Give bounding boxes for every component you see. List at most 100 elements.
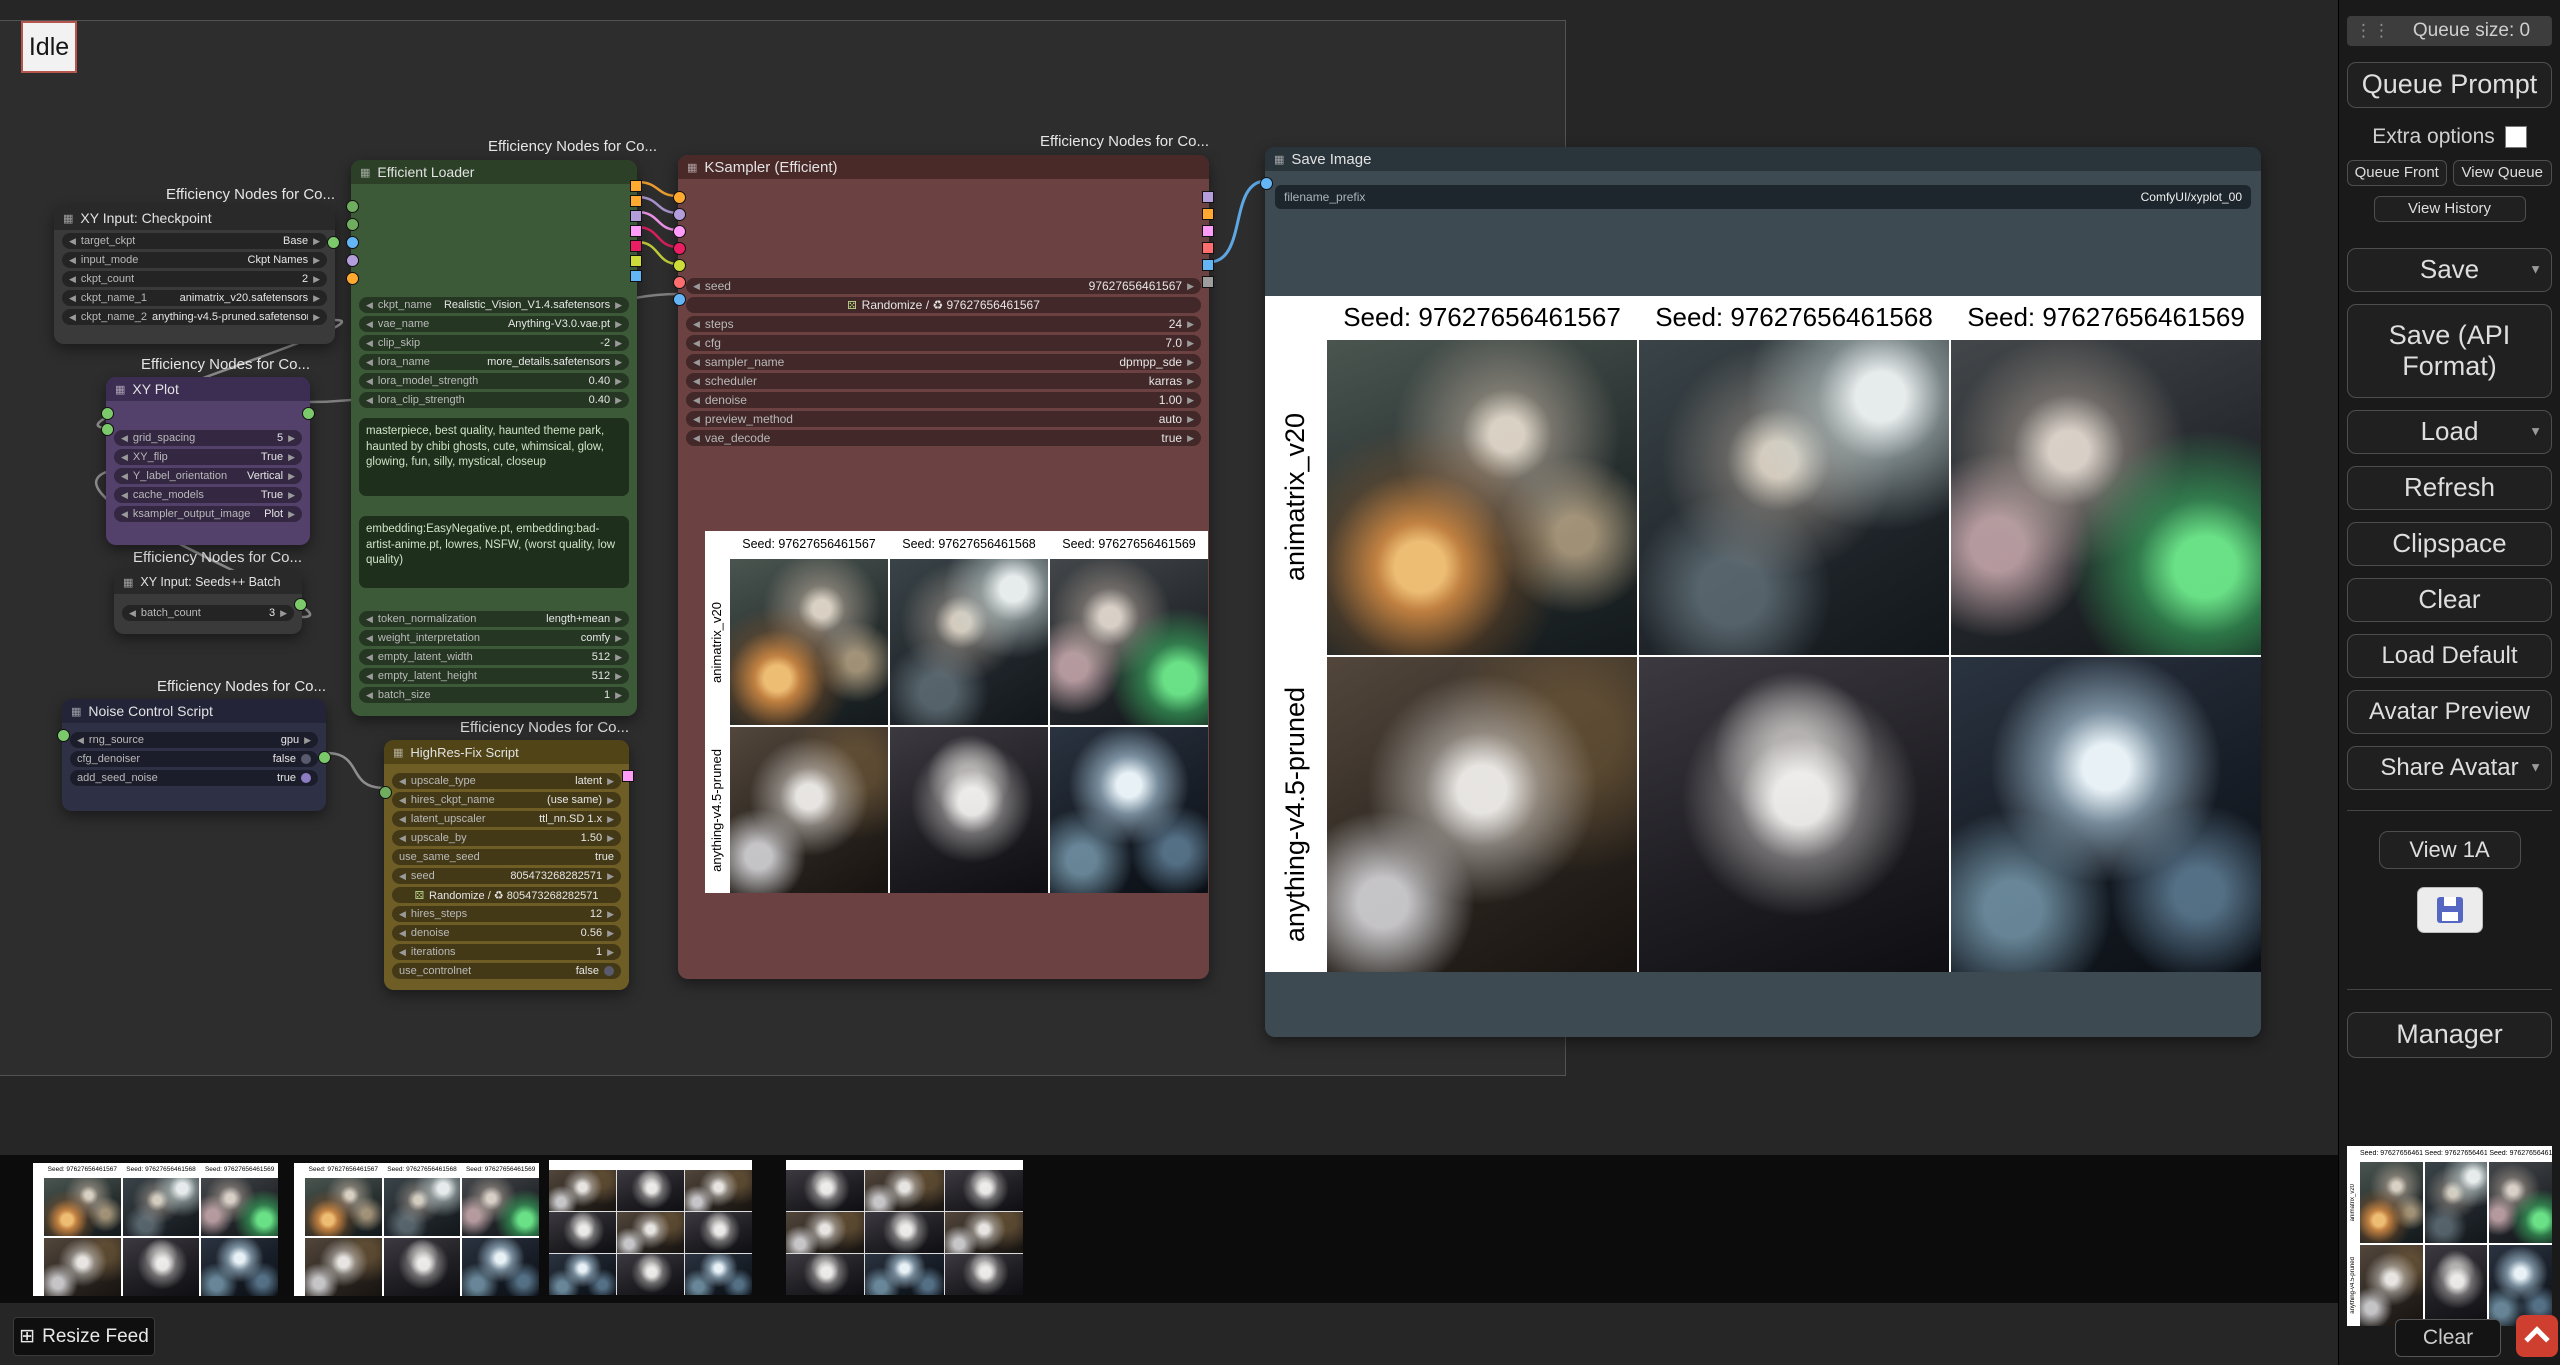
generated-image[interactable] xyxy=(1050,559,1208,725)
node-save-image[interactable]: ▦Save Image filename_prefix ComfyUI/xypl… xyxy=(1265,147,2261,1037)
clipspace-button[interactable]: Clipspace xyxy=(2347,522,2552,566)
w-grid-spacing[interactable]: ◀grid_spacing5▶ xyxy=(114,430,302,446)
refresh-button[interactable]: Refresh xyxy=(2347,466,2552,510)
w-use-controlnet[interactable]: use_controlnetfalse xyxy=(392,963,621,979)
left-arrow-icon[interactable]: ◀ xyxy=(366,395,373,406)
feed-thumbnail-1[interactable]: Seed: 97627656461567 Seed: 9762765646156… xyxy=(33,1163,278,1296)
extra-options-row[interactable]: Extra options xyxy=(2347,124,2552,150)
node-efficient-loader[interactable]: ▦Efficient Loader ◀ckpt_nameRealistic_Vi… xyxy=(351,160,637,716)
right-arrow-icon[interactable]: ▶ xyxy=(1187,376,1194,387)
right-arrow-icon[interactable]: ▶ xyxy=(607,928,614,939)
load-button[interactable]: Load▼ xyxy=(2347,410,2552,454)
input-socket[interactable] xyxy=(101,423,114,436)
right-arrow-icon[interactable]: ▶ xyxy=(313,293,320,304)
left-arrow-icon[interactable]: ◀ xyxy=(69,236,76,247)
right-arrow-icon[interactable]: ▶ xyxy=(615,652,622,663)
w-filename-prefix[interactable]: filename_prefix ComfyUI/xyplot_00 xyxy=(1275,185,2251,209)
w-cfg-denoiser[interactable]: cfg_denoiserfalse xyxy=(70,751,318,767)
w-sampler-name[interactable]: ◀sampler_namedpmpp_sde▶ xyxy=(686,354,1201,370)
generated-image[interactable] xyxy=(890,727,1048,893)
scroll-top-button[interactable] xyxy=(2516,1315,2558,1357)
collapse-icon[interactable]: ▦ xyxy=(360,166,370,179)
right-arrow-icon[interactable]: ▶ xyxy=(313,312,320,323)
view-history-button[interactable]: View History xyxy=(2374,196,2526,222)
left-arrow-icon[interactable]: ◀ xyxy=(69,293,76,304)
w-batch-count[interactable]: ◀batch_count3▶ xyxy=(122,605,294,621)
load-default-button[interactable]: Load Default xyxy=(2347,634,2552,678)
w-seed[interactable]: ◀seed97627656461567▶ xyxy=(686,278,1201,294)
right-arrow-icon[interactable]: ▶ xyxy=(1187,338,1194,349)
w-clip-skip[interactable]: ◀clip_skip-2▶ xyxy=(359,335,629,351)
queue-size-bar[interactable]: ⋮⋮ Queue size: 0 xyxy=(2347,16,2552,46)
left-arrow-icon[interactable]: ◀ xyxy=(693,338,700,349)
save-button[interactable]: Save▼ xyxy=(2347,248,2552,292)
negative-prompt-textarea[interactable]: embedding:EasyNegative.pt, embedding:bad… xyxy=(359,516,629,588)
sidebar-preview-thumbnail[interactable]: Seed: 97627656461567 Seed: 9762765646156… xyxy=(2347,1146,2552,1326)
left-arrow-icon[interactable]: ◀ xyxy=(121,490,128,501)
chevron-down-icon[interactable]: ▼ xyxy=(2529,263,2542,278)
right-arrow-icon[interactable]: ▶ xyxy=(615,300,622,311)
w-ckpt-name-2[interactable]: ◀ckpt_name_2anything-v4.5-pruned.safeten… xyxy=(62,309,327,325)
w-cfg[interactable]: ◀cfg7.0▶ xyxy=(686,335,1201,351)
input-socket[interactable] xyxy=(57,729,70,742)
right-arrow-icon[interactable]: ▶ xyxy=(607,833,614,844)
right-arrow-icon[interactable]: ▶ xyxy=(288,509,295,520)
right-arrow-icon[interactable]: ▶ xyxy=(607,909,614,920)
right-arrow-icon[interactable]: ▶ xyxy=(607,947,614,958)
left-arrow-icon[interactable]: ◀ xyxy=(399,833,406,844)
w-ksampler-output-image[interactable]: ◀ksampler_output_imagePlot▶ xyxy=(114,506,302,522)
left-arrow-icon[interactable]: ◀ xyxy=(693,433,700,444)
generated-image[interactable] xyxy=(1327,657,1637,972)
w-vae-decode[interactable]: ◀vae_decodetrue▶ xyxy=(686,430,1201,446)
w-ckpt-name[interactable]: ◀ckpt_nameRealistic_Vision_V1.4.safetens… xyxy=(359,297,629,313)
drag-handle-icon[interactable]: ⋮⋮ xyxy=(2355,21,2391,41)
w-input-mode[interactable]: ◀input_modeCkpt Names▶ xyxy=(62,252,327,268)
w-add-seed-noise[interactable]: add_seed_noisetrue xyxy=(70,770,318,786)
output-socket[interactable] xyxy=(630,240,642,252)
toggle-pip[interactable] xyxy=(301,773,311,783)
input-socket[interactable] xyxy=(673,225,686,238)
right-arrow-icon[interactable]: ▶ xyxy=(313,274,320,285)
w-vae-name[interactable]: ◀vae_nameAnything-V3.0.vae.pt▶ xyxy=(359,316,629,332)
w-xy-flip[interactable]: ◀XY_flipTrue▶ xyxy=(114,449,302,465)
right-arrow-icon[interactable]: ▶ xyxy=(313,255,320,266)
w-token-normalization[interactable]: ◀token_normalizationlength+mean▶ xyxy=(359,611,629,627)
left-arrow-icon[interactable]: ◀ xyxy=(399,909,406,920)
input-socket[interactable] xyxy=(673,191,686,204)
w-hires-denoise[interactable]: ◀denoise0.56▶ xyxy=(392,925,621,941)
output-socket[interactable] xyxy=(630,270,642,282)
w-weight-interpretation[interactable]: ◀weight_interpretationcomfy▶ xyxy=(359,630,629,646)
node-title-bar[interactable]: ▦Efficient Loader xyxy=(351,160,637,184)
node-title-bar[interactable]: ▦Noise Control Script xyxy=(62,699,326,723)
right-arrow-icon[interactable]: ▶ xyxy=(607,776,614,787)
clear-button[interactable]: Clear xyxy=(2347,578,2552,622)
input-socket[interactable] xyxy=(673,259,686,272)
node-title-bar[interactable]: ▦KSampler (Efficient) xyxy=(678,155,1209,179)
queue-prompt-button[interactable]: Queue Prompt xyxy=(2347,62,2552,108)
collapse-icon[interactable]: ▦ xyxy=(71,705,81,718)
collapse-icon[interactable]: ▦ xyxy=(1274,153,1284,166)
node-title-bar[interactable]: ▦XY Plot xyxy=(106,377,310,401)
w-ckpt-name-1[interactable]: ◀ckpt_name_1animatrix_v20.safetensors▶ xyxy=(62,290,327,306)
input-socket[interactable] xyxy=(673,208,686,221)
input-socket[interactable] xyxy=(346,218,359,231)
collapse-icon[interactable]: ▦ xyxy=(393,746,403,759)
generated-image[interactable] xyxy=(730,559,888,725)
right-arrow-icon[interactable]: ▶ xyxy=(1187,281,1194,292)
node-highres-fix-script[interactable]: ▦HighRes-Fix Script ◀upscale_typelatent▶… xyxy=(384,740,629,990)
node-xy-plot[interactable]: ▦XY Plot ◀grid_spacing5▶ ◀XY_flipTrue▶ ◀… xyxy=(106,377,310,545)
left-arrow-icon[interactable]: ◀ xyxy=(121,452,128,463)
w-use-same-seed[interactable]: use_same_seedtrue xyxy=(392,849,621,865)
left-arrow-icon[interactable]: ◀ xyxy=(399,947,406,958)
w-scheduler[interactable]: ◀schedulerkarras▶ xyxy=(686,373,1201,389)
input-socket[interactable] xyxy=(101,407,114,420)
w-y-label-orientation[interactable]: ◀Y_label_orientationVertical▶ xyxy=(114,468,302,484)
left-arrow-icon[interactable]: ◀ xyxy=(366,652,373,663)
input-socket[interactable] xyxy=(379,786,392,799)
left-arrow-icon[interactable]: ◀ xyxy=(399,795,406,806)
node-noise-control-script[interactable]: ▦Noise Control Script ◀rng_sourcegpu▶ cf… xyxy=(62,699,326,811)
left-arrow-icon[interactable]: ◀ xyxy=(366,300,373,311)
collapse-icon[interactable]: ▦ xyxy=(687,161,697,174)
right-arrow-icon[interactable]: ▶ xyxy=(280,608,287,619)
left-arrow-icon[interactable]: ◀ xyxy=(366,376,373,387)
